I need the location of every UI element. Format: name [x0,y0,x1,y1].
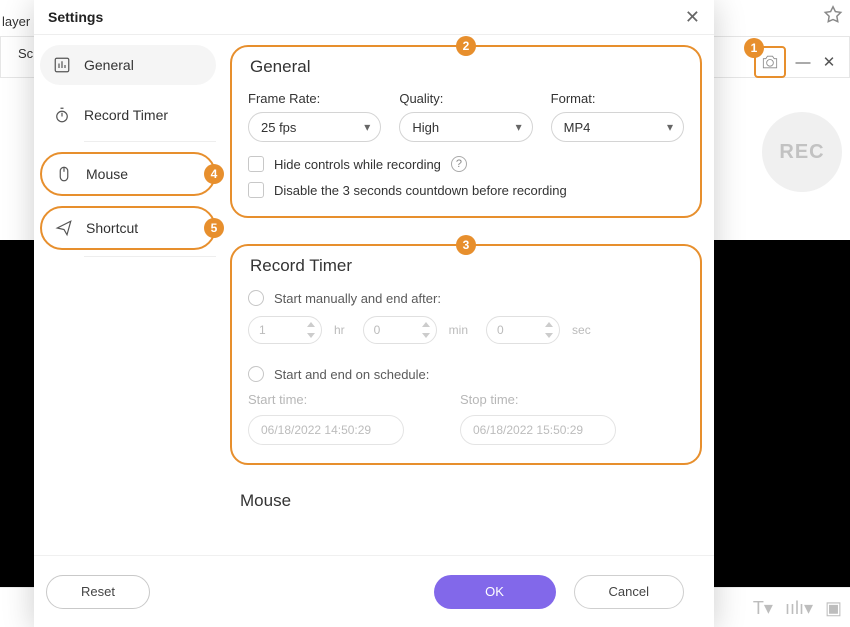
format-label: Format: [551,91,684,106]
image-tool-icon[interactable]: ▣ [825,598,842,619]
hide-controls-checkbox[interactable] [248,156,264,172]
hide-controls-label: Hide controls while recording [274,157,441,172]
hours-spinner[interactable]: 1 [248,316,322,344]
quality-select[interactable]: High [399,112,532,142]
annotation-pin-3: 3 [456,235,476,255]
sidebar-item-label: Shortcut [86,220,138,236]
disable-countdown-checkbox[interactable] [248,182,264,198]
settings-gear-camera-icon[interactable]: 1 [754,46,786,78]
text-tool-icon[interactable]: T▾ [753,598,773,619]
audio-bars-icon[interactable]: ıılı▾ [785,598,813,619]
disable-countdown-label: Disable the 3 seconds countdown before r… [274,183,567,198]
general-section: 2 General Frame Rate: 25 fps Quality: Hi… [230,45,702,218]
quality-label: Quality: [399,91,532,106]
close-icon[interactable]: ✕ [820,53,838,71]
mouse-icon [54,164,74,184]
sidebar-item-label: Record Timer [84,107,168,123]
bg-footer-tool-icons: T▾ ıılı▾ ▣ [753,598,842,619]
settings-sidebar: General Record Timer Mouse 4 [34,35,226,555]
stop-time-label: Stop time: [460,392,616,407]
sidebar-item-record-timer[interactable]: Record Timer [40,95,216,135]
sidebar-item-label: Mouse [86,166,128,182]
stopwatch-icon [52,105,72,125]
format-select[interactable]: MP4 [551,112,684,142]
cancel-button[interactable]: Cancel [574,575,684,609]
timer-manual-label: Start manually and end after: [274,291,441,306]
minutes-spinner[interactable]: 0 [363,316,437,344]
minutes-unit: min [449,323,468,337]
hours-unit: hr [334,323,345,337]
minimize-icon[interactable]: — [794,53,812,71]
sidebar-item-general[interactable]: General [40,45,216,85]
seconds-unit: sec [572,323,591,337]
section-title-general: General [250,57,684,77]
section-title-timer: Record Timer [250,256,684,276]
section-title-mouse: Mouse [240,491,714,511]
settings-modal: Settings ✕ General Record Timer [34,0,714,627]
timer-schedule-label: Start and end on schedule: [274,367,429,382]
paper-plane-icon [54,218,74,238]
sidebar-item-mouse[interactable]: Mouse 4 [40,152,216,196]
record-button[interactable]: REC [762,112,842,192]
seconds-spinner[interactable]: 0 [486,316,560,344]
help-icon[interactable]: ? [451,156,467,172]
modal-close-icon[interactable]: ✕ [685,7,700,28]
bg-tool-label-fragment: Sc [18,46,33,61]
record-timer-section: 3 Record Timer Start manually and end af… [230,244,702,465]
start-time-input[interactable]: 06/18/2022 14:50:29 [248,415,404,445]
start-time-label: Start time: [248,392,404,407]
timer-schedule-radio[interactable] [248,366,264,382]
frame-rate-select[interactable]: 25 fps [248,112,381,142]
annotation-pin-2: 2 [456,36,476,56]
sidebar-item-label: General [84,57,134,73]
stop-time-input[interactable]: 06/18/2022 15:50:29 [460,415,616,445]
annotation-pin-1: 1 [744,38,764,58]
frame-rate-label: Frame Rate: [248,91,381,106]
annotation-pin-4: 4 [204,164,224,184]
modal-title: Settings [48,9,103,25]
timer-manual-radio[interactable] [248,290,264,306]
bar-chart-icon [52,55,72,75]
settings-content: 2 General Frame Rate: 25 fps Quality: Hi… [226,35,714,555]
bg-app-title-fragment: layer [2,14,30,29]
bookmark-star-icon[interactable] [822,4,844,31]
sidebar-item-shortcut[interactable]: Shortcut 5 [40,206,216,250]
annotation-pin-5: 5 [204,218,224,238]
ok-button[interactable]: OK [434,575,556,609]
reset-button[interactable]: Reset [46,575,150,609]
